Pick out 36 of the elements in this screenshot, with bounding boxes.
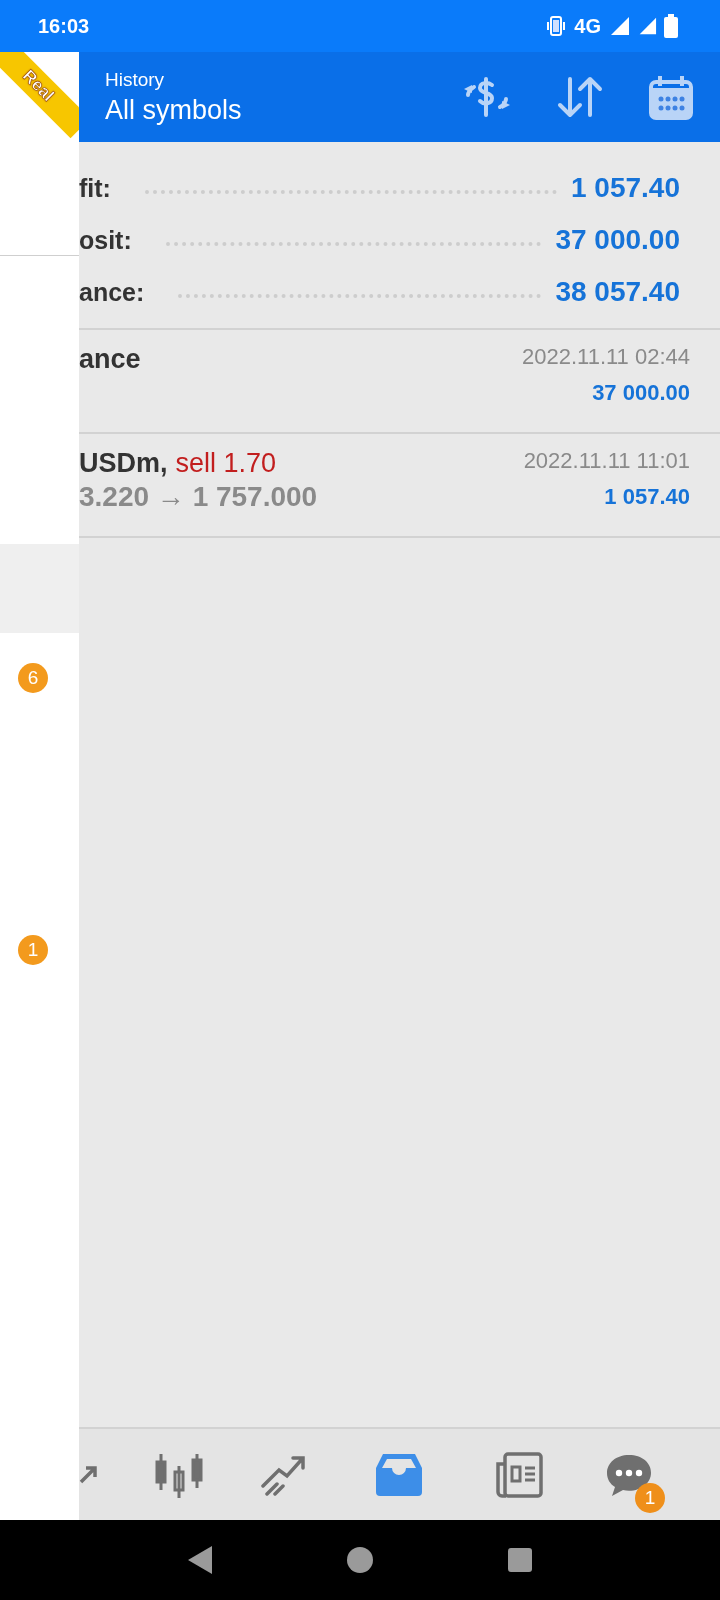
trend-icon[interactable] [261, 1453, 307, 1496]
deal-row[interactable]: ance 2022.11.11 02:44 37 000.00 [79, 330, 720, 434]
back-icon[interactable] [186, 1544, 214, 1576]
summary-label: ance: [79, 277, 145, 307]
calendar-icon[interactable] [648, 74, 694, 120]
notification-badge: 1 [635, 1482, 665, 1513]
summary-value: 37 000.00 [555, 224, 680, 256]
deal-amount: 37 000.00 [592, 380, 690, 406]
deal-side: sell 1.70 [175, 448, 277, 479]
network-type: 4G [574, 14, 601, 38]
summary-label: osit: [79, 225, 132, 255]
candlestick-icon[interactable] [155, 1451, 203, 1498]
home-icon[interactable] [346, 1546, 374, 1574]
currency-exchange-icon[interactable] [462, 75, 512, 119]
deal-time: 2022.11.11 02:44 [522, 344, 690, 370]
deal-amount: 1 057.40 [604, 484, 690, 510]
vibrate-icon [545, 15, 568, 37]
summary-value: 38 057.40 [555, 276, 680, 308]
symbol-filter[interactable]: All symbols [105, 94, 418, 126]
battery-icon [664, 14, 678, 38]
inbox-icon[interactable] [376, 1453, 422, 1496]
sort-icon[interactable] [556, 75, 604, 119]
clock: 16:03 [38, 14, 90, 38]
summary-label: fit: [79, 173, 111, 203]
summary-value: 1 057.40 [571, 172, 680, 204]
deal-prices: 3.220 → 1 757.000 [79, 481, 318, 513]
count-badge: 1 [18, 934, 48, 965]
screen-title: History [105, 68, 166, 91]
count-badge: 6 [18, 662, 48, 693]
deal-time: 2022.11.11 11:01 [523, 448, 690, 474]
deal-type: ance [79, 344, 141, 375]
newspaper-icon[interactable] [495, 1451, 543, 1498]
signal-icon [637, 16, 657, 36]
deal-symbol: USDm, [79, 448, 168, 479]
deal-row[interactable]: USDm, sell 1.70 3.220 → 1 757.000 2022.11.11 11:01 1 057.40 [79, 434, 720, 538]
recents-icon[interactable] [506, 1546, 534, 1574]
